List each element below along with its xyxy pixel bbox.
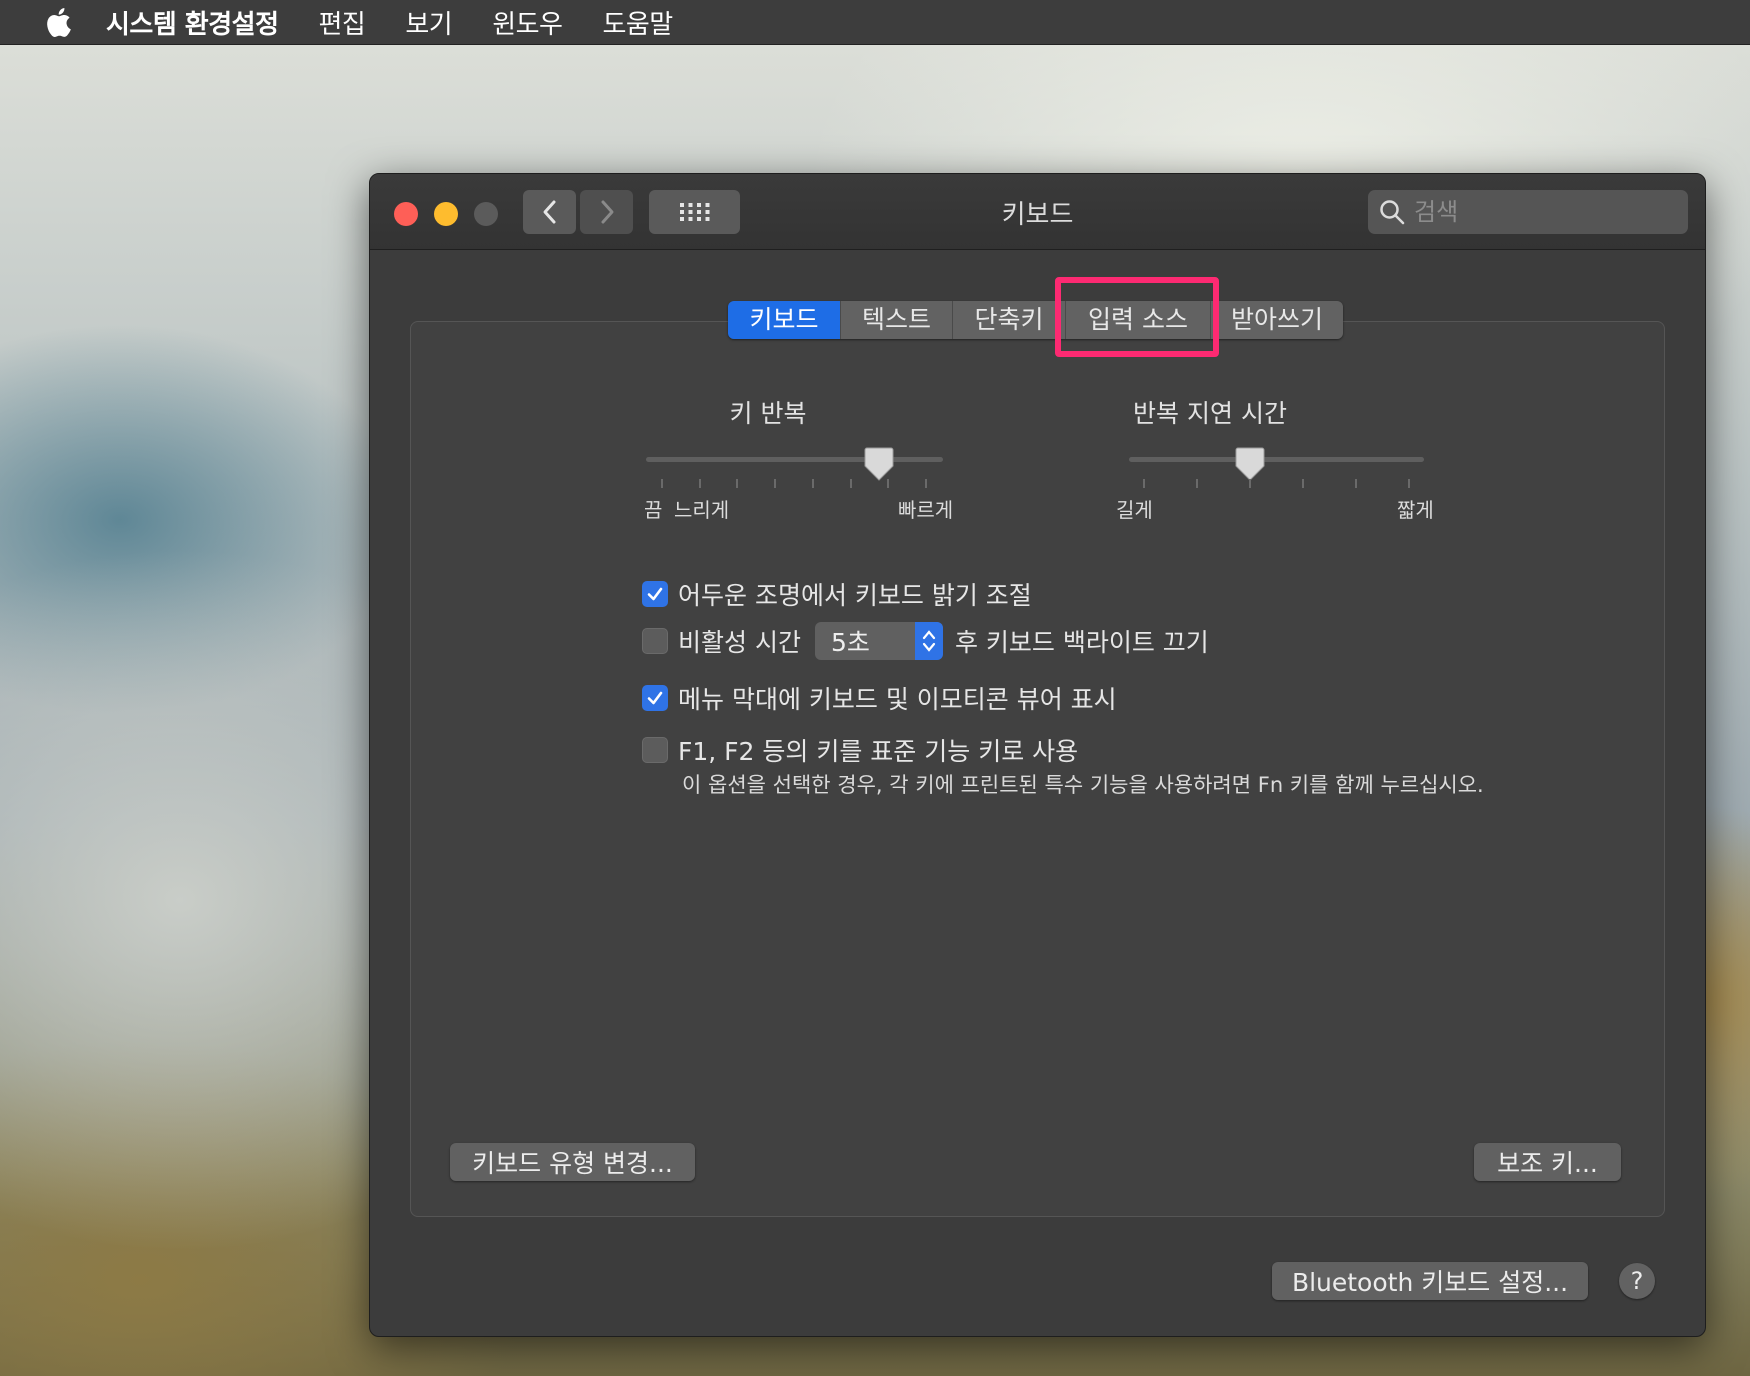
menu-item-window[interactable]: 윈도우 — [492, 4, 563, 41]
backlight-off-label-before: 비활성 시간 — [678, 628, 801, 657]
slider-tick — [698, 479, 701, 488]
menu-item-system-preferences[interactable]: 시스템 환경설정 — [106, 4, 279, 41]
slider-tick — [925, 479, 927, 488]
input-sources-highlight-box — [1055, 277, 1219, 357]
bluetooth-keyboard-setup-button[interactable]: Bluetooth 키보드 설정... — [1272, 1262, 1588, 1300]
search-input[interactable] — [1414, 198, 1674, 226]
key-repeat-slow-label: 느리게 — [674, 498, 730, 522]
slider-tick — [1355, 479, 1357, 488]
key-repeat-off-label: 끔 — [644, 498, 663, 522]
up-down-chevron-icon — [922, 630, 936, 652]
slider-tick — [849, 479, 852, 488]
slider-tick — [661, 479, 663, 488]
menu-item-edit[interactable]: 편집 — [319, 4, 366, 41]
show-viewers-checkbox[interactable] — [642, 685, 668, 711]
fn-keys-checkbox[interactable] — [642, 737, 668, 763]
backlight-timeout-stepper[interactable]: 5초 — [814, 622, 943, 660]
backlight-off-option[interactable]: 비활성 시간 5초 후 키보드 백라이트 끄기 — [642, 622, 1209, 660]
menu-item-view[interactable]: 보기 — [405, 4, 452, 41]
show-viewers-label: 메뉴 막대에 키보드 및 이모티콘 뷰어 표시 — [678, 685, 1117, 714]
help-button[interactable]: ? — [1619, 1263, 1655, 1299]
menu-item-help[interactable]: 도움말 — [602, 4, 673, 41]
modifier-keys-button[interactable]: 보조 키... — [1474, 1143, 1621, 1181]
tab-dictation[interactable]: 받아쓰기 — [1211, 301, 1343, 339]
key-repeat-title: 키 반복 — [729, 399, 807, 428]
show-viewers-option[interactable]: 메뉴 막대에 키보드 및 이모티콘 뷰어 표시 — [642, 680, 1117, 716]
slider-tick — [1143, 479, 1145, 488]
stepper-arrows[interactable] — [914, 622, 943, 660]
slider-tick — [887, 479, 890, 488]
repeat-delay-title: 반복 지연 시간 — [1133, 399, 1287, 428]
key-repeat-slider-track[interactable] — [646, 457, 943, 462]
tab-keyboard[interactable]: 키보드 — [728, 301, 841, 339]
adjust-brightness-label: 어두운 조명에서 키보드 밝기 조절 — [678, 581, 1032, 610]
change-keyboard-type-button[interactable]: 키보드 유형 변경... — [450, 1143, 695, 1181]
tab-bar: 키보드 텍스트 단축키 입력 소스 받아쓰기 — [728, 301, 1343, 339]
tab-shortcuts[interactable]: 단축키 — [953, 301, 1066, 339]
backlight-off-label-after: 후 키보드 백라이트 끄기 — [954, 628, 1209, 657]
checkmark-icon — [647, 587, 663, 601]
search-field[interactable] — [1368, 190, 1688, 234]
adjust-brightness-option[interactable]: 어두운 조명에서 키보드 밝기 조절 — [642, 576, 1032, 612]
backlight-timeout-value: 5초 — [830, 628, 870, 657]
repeat-delay-slider-track[interactable] — [1129, 457, 1424, 462]
slider-tick — [1196, 479, 1198, 488]
repeat-delay-slider-thumb[interactable] — [1235, 446, 1265, 482]
key-repeat-ticks — [661, 479, 927, 489]
slider-tick — [774, 479, 777, 488]
slider-tick — [811, 479, 814, 488]
adjust-brightness-checkbox[interactable] — [642, 581, 668, 607]
tab-text[interactable]: 텍스트 — [841, 301, 953, 339]
slider-tick — [1249, 479, 1251, 488]
search-icon — [1380, 200, 1405, 225]
repeat-delay-ticks — [1143, 479, 1410, 489]
checkmark-icon — [647, 691, 663, 705]
repeat-delay-long-label: 길게 — [1116, 498, 1153, 522]
key-repeat-fast-label: 빠르게 — [898, 498, 954, 522]
menu-bar: 시스템 환경설정 편집 보기 윈도우 도움말 — [0, 0, 1750, 45]
keyboard-preferences-window: 키보드 키보드 텍스트 단축키 입력 소스 받아쓰기 키 반복 끔 느리게 빠르… — [369, 173, 1706, 1337]
repeat-delay-short-label: 짧게 — [1397, 498, 1434, 522]
slider-tick — [736, 479, 739, 488]
key-repeat-slider-thumb[interactable] — [864, 446, 894, 482]
fn-keys-note: 이 옵션을 선택한 경우, 각 키에 프린트된 특수 기능을 사용하려면 Fn … — [682, 773, 1484, 797]
backlight-off-checkbox[interactable] — [642, 628, 668, 654]
fn-keys-option[interactable]: F1, F2 등의 키를 표준 기능 키로 사용 — [642, 732, 1078, 768]
apple-logo-icon[interactable] — [42, 5, 72, 39]
fn-keys-label: F1, F2 등의 키를 표준 기능 키로 사용 — [678, 737, 1079, 766]
slider-tick — [1302, 479, 1304, 488]
title-bar: 키보드 — [370, 174, 1705, 250]
slider-tick — [1408, 479, 1410, 488]
